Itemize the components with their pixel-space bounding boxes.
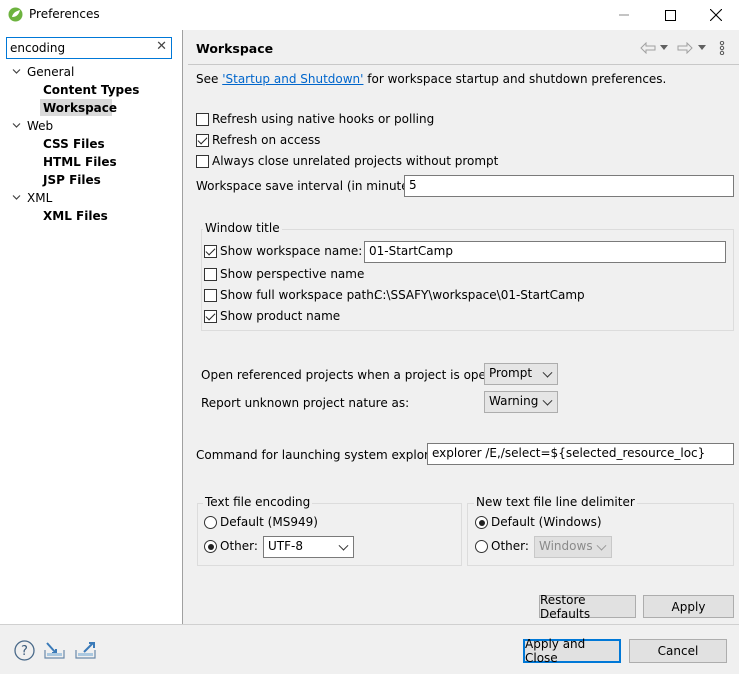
explorer-command-input[interactable]: explorer /E,/select=${selected_resource_…: [427, 443, 734, 465]
chevron-down-icon: [338, 540, 349, 551]
always-close-checkbox[interactable]: [196, 155, 209, 168]
see-suffix: for workspace startup and shutdown prefe…: [363, 72, 667, 86]
import-icon[interactable]: [44, 640, 68, 660]
refresh-native-label: Refresh using native hooks or polling: [212, 112, 435, 126]
chevron-down-icon: [596, 540, 607, 551]
forward-arrow-icon[interactable]: [677, 42, 693, 54]
delimiter-default-radio[interactable]: [475, 516, 488, 529]
open-referenced-value: Prompt: [489, 366, 533, 380]
refresh-access-checkbox[interactable]: [196, 134, 209, 147]
open-referenced-select[interactable]: Prompt: [484, 363, 558, 385]
delimiter-default-label: Default (Windows): [491, 515, 602, 529]
apply-button[interactable]: Apply: [643, 595, 734, 618]
refresh-access-label: Refresh on access: [212, 133, 321, 147]
open-referenced-label: Open referenced projects when a project …: [201, 368, 513, 382]
delimiter-select-value: Windows: [539, 539, 593, 553]
tree-item-xml[interactable]: XML: [27, 190, 52, 206]
maximize-button[interactable]: [647, 0, 693, 30]
window-title: Preferences: [29, 7, 100, 21]
tree-item-general[interactable]: General: [27, 64, 74, 80]
save-interval-input[interactable]: 5: [404, 175, 734, 197]
close-icon: [710, 9, 722, 21]
show-full-path-label: Show full workspace path:: [220, 288, 378, 302]
show-workspace-name-checkbox[interactable]: [204, 245, 217, 258]
apply-and-close-button[interactable]: Apply and Close: [523, 637, 621, 665]
startup-shutdown-link[interactable]: 'Startup and Shutdown': [222, 72, 363, 86]
expand-web-icon[interactable]: [12, 121, 21, 130]
expand-xml-icon[interactable]: [12, 193, 21, 202]
report-unknown-select[interactable]: Warning: [484, 391, 558, 413]
tree-item-html-files[interactable]: HTML Files: [43, 154, 117, 170]
page-title: Workspace: [196, 41, 274, 56]
window-title-group-label: Window title: [203, 221, 282, 235]
explorer-command-label: Command for launching system explorer:: [196, 448, 445, 462]
maximize-icon: [664, 9, 676, 21]
show-product-checkbox[interactable]: [204, 310, 217, 323]
forward-menu-icon[interactable]: [698, 45, 706, 51]
tree-item-jsp-files[interactable]: JSP Files: [43, 172, 101, 188]
restore-defaults-button[interactable]: Restore Defaults: [539, 593, 636, 621]
tree-item-xml-files[interactable]: XML Files: [43, 208, 108, 224]
expand-general-icon[interactable]: [12, 67, 21, 76]
encoding-other-radio[interactable]: [204, 540, 217, 553]
report-unknown-label: Report unknown project nature as:: [201, 396, 410, 410]
encoding-default-radio[interactable]: [204, 516, 217, 529]
save-interval-label: Workspace save interval (in minutes):: [196, 179, 424, 193]
view-menu-icon[interactable]: [719, 41, 725, 55]
title-separator: [188, 64, 739, 65]
minimize-icon: [619, 14, 629, 16]
line-delimiter-group-label: New text file line delimiter: [474, 495, 637, 509]
tree-item-css-files[interactable]: CSS Files: [43, 136, 105, 152]
minimize-button[interactable]: [601, 0, 647, 30]
show-full-path-checkbox[interactable]: [204, 289, 217, 302]
encoding-select[interactable]: UTF-8: [263, 536, 354, 558]
spring-leaf-icon: [8, 7, 23, 22]
delimiter-other-radio[interactable]: [475, 540, 488, 553]
show-product-label: Show product name: [220, 309, 341, 323]
delimiter-other-label: Other:: [491, 539, 529, 553]
filter-input-value: encoding: [10, 41, 66, 55]
back-menu-icon[interactable]: [660, 45, 668, 51]
workspace-name-input[interactable]: 01-StartCamp: [364, 241, 726, 263]
svg-text:?: ?: [21, 644, 28, 659]
tree-item-web[interactable]: Web: [27, 118, 53, 134]
always-close-label: Always close unrelated projects without …: [212, 154, 499, 168]
chevron-down-icon: [542, 367, 553, 378]
text-encoding-group-label: Text file encoding: [203, 495, 313, 509]
tree-item-workspace[interactable]: Workspace: [43, 100, 117, 116]
chevron-down-icon: [542, 395, 553, 406]
encoding-default-label: Default (MS949): [220, 515, 318, 529]
encoding-select-value: UTF-8: [268, 539, 303, 553]
back-arrow-icon[interactable]: [640, 42, 656, 54]
clear-filter-icon[interactable]: ✕: [156, 39, 167, 54]
show-perspective-checkbox[interactable]: [204, 268, 217, 281]
export-icon[interactable]: [75, 640, 99, 660]
see-prefix: See: [196, 72, 223, 86]
cancel-button[interactable]: Cancel: [629, 639, 727, 663]
help-icon[interactable]: ?: [14, 640, 35, 661]
show-workspace-name-label: Show workspace name:: [220, 244, 363, 258]
show-perspective-label: Show perspective name: [220, 267, 365, 281]
tree-item-content-types[interactable]: Content Types: [43, 82, 139, 98]
close-window-button[interactable]: [693, 0, 739, 30]
full-path-value: C:\SSAFY\workspace\01-StartCamp: [374, 288, 585, 302]
delimiter-select[interactable]: Windows: [534, 536, 612, 558]
refresh-native-checkbox[interactable]: [196, 113, 209, 126]
title-bar: Preferences: [0, 0, 739, 30]
filter-input[interactable]: encoding ✕: [6, 37, 172, 59]
encoding-other-label: Other:: [220, 539, 258, 553]
report-unknown-value: Warning: [489, 394, 539, 408]
startup-info-text: See 'Startup and Shutdown' for workspace…: [196, 72, 666, 86]
